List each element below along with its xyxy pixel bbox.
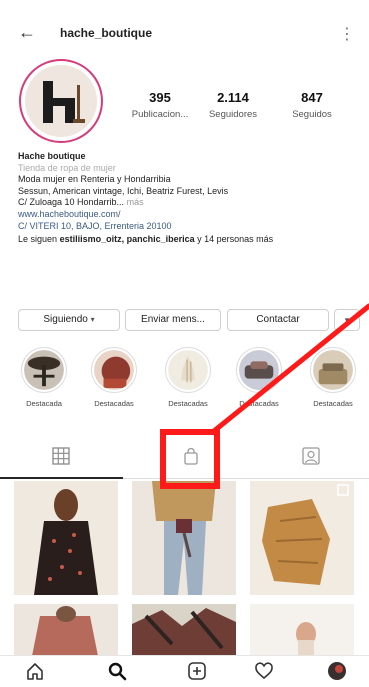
chevron-down-icon: ▾ — [344, 315, 350, 325]
home-icon — [27, 663, 43, 680]
stat-following[interactable]: 847 Seguidos — [277, 90, 347, 120]
message-button[interactable]: Enviar mens... — [125, 309, 221, 331]
story-highlight[interactable]: Destacadas — [303, 347, 363, 408]
bio-name: Hache boutique — [18, 151, 86, 161]
highlight-ring — [236, 347, 282, 393]
active-tab-indicator — [0, 477, 123, 479]
stat-followers-label: Seguidores — [208, 109, 258, 120]
bio-line: Moda mujer en Renteria y Hondarribia — [18, 174, 171, 185]
stat-following-value: 847 — [301, 90, 323, 105]
nav-search[interactable] — [106, 660, 128, 682]
add-post-icon — [188, 662, 206, 680]
post-image — [250, 604, 354, 656]
bio-line-text: C/ Zuloaga 10 Hondarrib... — [18, 197, 125, 208]
highlight-ring — [91, 347, 137, 393]
nav-activity[interactable] — [253, 660, 275, 682]
highlight-image — [168, 350, 208, 390]
stat-posts-value: 395 — [149, 90, 171, 105]
following-button[interactable]: Siguiendo ▾ — [18, 309, 120, 331]
search-icon — [108, 662, 127, 681]
tab-tagged[interactable] — [301, 446, 321, 466]
post-thumbnail[interactable] — [132, 604, 236, 656]
bio-category: Tienda de ropa de mujer — [18, 162, 116, 173]
bio-line: C/ Zuloaga 10 Hondarrib... más — [18, 197, 358, 209]
stat-posts[interactable]: 395 Publicacion... — [125, 90, 195, 120]
post-image — [14, 481, 118, 595]
post-image — [14, 604, 118, 656]
contact-button-label: Contactar — [256, 314, 300, 325]
post-thumbnail[interactable] — [14, 604, 118, 656]
following-button-label: Siguiendo — [43, 314, 88, 325]
post-thumbnail[interactable] — [250, 604, 354, 656]
story-highlight[interactable]: Destacadas — [229, 347, 289, 408]
highlight-label: Destacadas — [239, 399, 279, 408]
tab-grid[interactable] — [51, 446, 71, 466]
nav-add-post[interactable] — [186, 660, 208, 682]
grid-icon — [52, 447, 70, 465]
top-bar: ← hache_boutique ⋮ — [0, 0, 369, 58]
nav-profile[interactable] — [326, 660, 348, 682]
post-thumbnail[interactable] — [250, 481, 354, 595]
bio-website-link[interactable]: www.hacheboutique.com/ — [18, 209, 358, 221]
highlight-label: Destacadas — [94, 399, 134, 408]
highlight-ring — [21, 347, 67, 393]
followed-by-names: estiliismo_oitz, panchic_iberica — [59, 234, 195, 245]
profile-avatar — [25, 65, 97, 137]
followed-by[interactable]: Le siguen estiliismo_oitz, panchic_iberi… — [18, 234, 358, 246]
post-thumbnail[interactable] — [132, 481, 236, 595]
profile-avatar-ring[interactable] — [19, 59, 103, 143]
nav-home[interactable] — [24, 660, 46, 682]
bio-more-link[interactable]: más — [127, 197, 144, 207]
followed-by-suffix: y 14 personas más — [197, 234, 274, 245]
highlight-ring — [165, 347, 211, 393]
post-image — [250, 481, 354, 595]
contact-button[interactable]: Contactar — [227, 309, 329, 331]
stat-following-label: Seguidos — [292, 109, 332, 120]
story-highlight[interactable]: Destacada — [14, 347, 74, 408]
post-image — [132, 481, 236, 595]
suggested-dropdown-button[interactable]: ▾ — [334, 309, 360, 331]
annotation-highlight-box — [160, 429, 220, 489]
message-button-label: Enviar mens... — [141, 314, 205, 325]
highlight-image — [313, 350, 353, 390]
stat-followers-value: 2.114 — [217, 90, 249, 105]
highlight-image — [94, 350, 134, 390]
bottom-navigation — [0, 655, 369, 686]
stat-posts-label: Publicacion... — [131, 109, 189, 120]
post-image — [132, 604, 236, 656]
heart-icon — [255, 662, 273, 680]
story-highlight[interactable]: Destacadas — [158, 347, 218, 408]
highlight-ring — [310, 347, 356, 393]
more-vertical-icon[interactable]: ⋮ — [339, 24, 355, 44]
highlight-image — [24, 350, 64, 390]
highlight-label: Destacada — [26, 399, 62, 408]
bio-address-link[interactable]: C/ VITERI 10, BAJO, Errenteria 20100 — [18, 221, 358, 233]
tagged-person-icon — [302, 447, 320, 465]
highlight-image — [239, 350, 279, 390]
highlight-label: Destacadas — [313, 399, 353, 408]
highlight-label: Destacadas — [168, 399, 208, 408]
bio-line: Sessun, American vintage, Ichi, Beatriz … — [18, 185, 229, 196]
chevron-down-icon: ▾ — [90, 315, 95, 324]
story-highlight[interactable]: Destacadas — [84, 347, 144, 408]
post-thumbnail[interactable] — [14, 481, 118, 595]
back-arrow-icon[interactable]: ← — [18, 22, 36, 43]
profile-avatar-icon — [328, 662, 346, 680]
followed-by-prefix: Le siguen — [18, 234, 58, 245]
stat-followers[interactable]: 2.114 Seguidores — [198, 90, 268, 120]
profile-username: hache_boutique — [60, 26, 153, 40]
profile-bio: Hache boutique Tienda de ropa de mujer M… — [18, 151, 358, 246]
hache-logo-icon — [25, 65, 97, 137]
